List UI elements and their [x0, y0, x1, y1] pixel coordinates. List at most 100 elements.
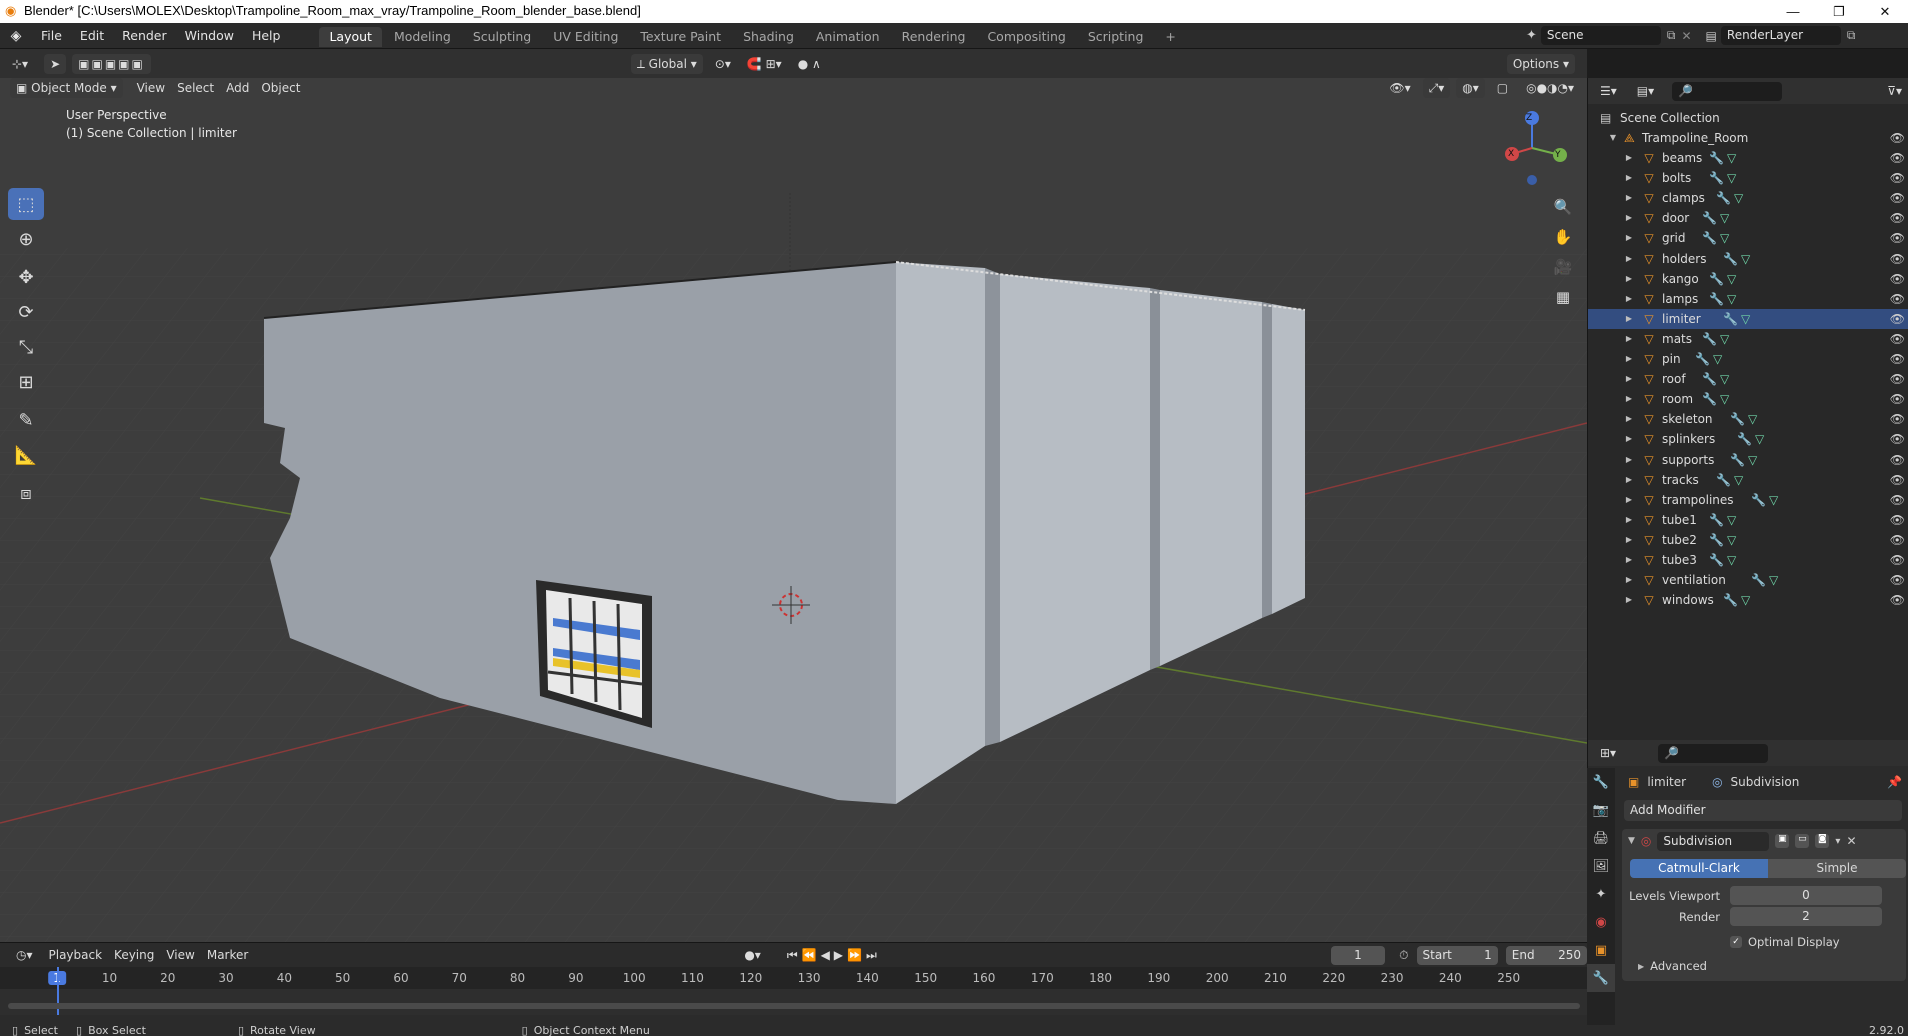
- viewport-menu-add[interactable]: Add: [220, 78, 255, 98]
- modifier-tab-icon[interactable]: 🔧: [1587, 964, 1615, 992]
- menu-window[interactable]: Window: [176, 23, 243, 49]
- outliner-item-tube1[interactable]: ▶ ▽ tube1 🔧 ▽ 👁: [1588, 510, 1908, 530]
- mesh-data-icon[interactable]: ▽: [1734, 188, 1743, 208]
- zoom-icon[interactable]: 🔍: [1550, 194, 1576, 220]
- viewport-menu-object[interactable]: Object: [255, 78, 306, 98]
- tab-layout[interactable]: Layout: [319, 27, 382, 47]
- optimal-display-checkbox[interactable]: ✓: [1730, 935, 1742, 948]
- object-tab-icon[interactable]: ▣: [1587, 936, 1615, 964]
- mesh-data-icon[interactable]: ▽: [1748, 409, 1757, 429]
- outliner-item-tube2[interactable]: ▶ ▽ tube2 🔧 ▽ 👁: [1588, 530, 1908, 550]
- world-tab-icon[interactable]: ◉: [1587, 908, 1615, 936]
- mesh-data-icon[interactable]: ▽: [1727, 510, 1736, 530]
- expand-item-icon[interactable]: ▶: [1624, 148, 1634, 168]
- expand-collection-icon[interactable]: ▼: [1608, 128, 1618, 148]
- visibility-eye-icon[interactable]: 👁: [1890, 349, 1905, 369]
- modifier-wrench-icon[interactable]: 🔧: [1695, 349, 1710, 369]
- outliner-item-ventilation[interactable]: ▶ ▽ ventilation 🔧 ▽ 👁: [1588, 570, 1908, 590]
- visibility-eye-icon[interactable]: 👁: [1890, 128, 1905, 148]
- visibility-eye-icon[interactable]: 👁: [1890, 208, 1905, 228]
- filter-icon[interactable]: ⊽▾: [1881, 81, 1908, 101]
- expand-item-icon[interactable]: ▶: [1624, 530, 1634, 550]
- expand-item-icon[interactable]: ▶: [1624, 510, 1634, 530]
- annotate-tool-icon[interactable]: ✎: [8, 404, 44, 436]
- modifier-wrench-icon[interactable]: 🔧: [1716, 470, 1731, 490]
- visibility-eye-icon[interactable]: 👁: [1890, 530, 1905, 550]
- visibility-eye-icon[interactable]: 👁: [1890, 409, 1905, 429]
- timeline-menu-view[interactable]: View: [160, 945, 200, 965]
- current-frame-field[interactable]: 1: [1330, 945, 1386, 965]
- scale-tool-icon[interactable]: ⤡: [8, 331, 44, 363]
- output-tab-icon[interactable]: 🖨: [1587, 824, 1615, 852]
- properties-search-input[interactable]: 🔎: [1658, 743, 1769, 763]
- modifier-wrench-icon[interactable]: 🔧: [1737, 429, 1752, 449]
- outliner-item-door[interactable]: ▶ ▽ door 🔧 ▽ 👁: [1588, 208, 1908, 228]
- modifier-wrench-icon[interactable]: 🔧: [1709, 269, 1724, 289]
- menu-file[interactable]: File: [32, 23, 71, 49]
- modifier-wrench-icon[interactable]: 🔧: [1709, 289, 1724, 309]
- expand-item-icon[interactable]: ▶: [1624, 429, 1634, 449]
- visibility-eye-icon[interactable]: 👁: [1890, 168, 1905, 188]
- levels-viewport-field[interactable]: 0: [1730, 886, 1882, 905]
- mesh-data-icon[interactable]: ▽: [1727, 289, 1736, 309]
- cursor-tool-icon[interactable]: ⊕: [8, 223, 44, 255]
- expand-item-icon[interactable]: ▶: [1624, 369, 1634, 389]
- modifier-wrench-icon[interactable]: 🔧: [1723, 590, 1738, 610]
- visibility-eye-icon[interactable]: 👁: [1890, 389, 1905, 409]
- expand-item-icon[interactable]: ▶: [1624, 409, 1634, 429]
- mesh-data-icon[interactable]: ▽: [1727, 530, 1736, 550]
- close-button[interactable]: ✕: [1862, 0, 1908, 23]
- outliner-item-grid[interactable]: ▶ ▽ grid 🔧 ▽ 👁: [1588, 228, 1908, 248]
- mesh-data-icon[interactable]: ▽: [1734, 470, 1743, 490]
- visibility-eye-icon[interactable]: 👁: [1890, 228, 1905, 248]
- ortho-grid-icon[interactable]: ▦: [1550, 284, 1576, 310]
- modifier-dropdown-icon[interactable]: ▾: [1835, 836, 1840, 847]
- modifier-wrench-icon[interactable]: 🔧: [1751, 490, 1766, 510]
- outliner-item-room[interactable]: ▶ ▽ room 🔧 ▽ 👁: [1588, 389, 1908, 409]
- tab-uv-editing[interactable]: UV Editing: [543, 27, 628, 47]
- expand-item-icon[interactable]: ▶: [1624, 168, 1634, 188]
- modifier-wrench-icon[interactable]: 🔧: [1702, 228, 1717, 248]
- shading-modes-icon[interactable]: ◎●◑◔▾: [1520, 78, 1580, 98]
- preview-range-icon[interactable]: ⏱: [1399, 948, 1408, 963]
- visibility-eye-icon[interactable]: 👁: [1890, 289, 1905, 309]
- outliner-item-holders[interactable]: ▶ ▽ holders 🔧 ▽ 👁: [1588, 249, 1908, 269]
- visibility-eye-icon[interactable]: 👁: [1890, 510, 1905, 530]
- outliner-item-mats[interactable]: ▶ ▽ mats 🔧 ▽ 👁: [1588, 329, 1908, 349]
- outliner-item-tube3[interactable]: ▶ ▽ tube3 🔧 ▽ 👁: [1588, 550, 1908, 570]
- outliner-item-trampolines[interactable]: ▶ ▽ trampolines 🔧 ▽ 👁: [1588, 490, 1908, 510]
- expand-item-icon[interactable]: ▶: [1624, 470, 1634, 490]
- tab-modeling[interactable]: Modeling: [384, 27, 461, 47]
- modifier-wrench-icon[interactable]: 🔧: [1702, 369, 1717, 389]
- mesh-data-icon[interactable]: ▽: [1741, 309, 1750, 329]
- scene-tab-icon[interactable]: ✦: [1587, 880, 1615, 908]
- visibility-eye-icon[interactable]: 👁: [1890, 570, 1905, 590]
- modifier-wrench-icon[interactable]: 🔧: [1709, 510, 1724, 530]
- expand-item-icon[interactable]: ▶: [1624, 309, 1634, 329]
- tab-rendering[interactable]: Rendering: [892, 27, 976, 47]
- add-cube-tool-icon[interactable]: ⧈: [8, 477, 44, 509]
- modifier-wrench-icon[interactable]: 🔧: [1723, 249, 1738, 269]
- outliner-item-windows[interactable]: ▶ ▽ windows 🔧 ▽ 👁: [1588, 590, 1908, 610]
- visibility-eye-icon[interactable]: 👁: [1890, 148, 1905, 168]
- visibility-eye-icon[interactable]: 👁: [1890, 590, 1905, 610]
- expand-item-icon[interactable]: ▶: [1624, 208, 1634, 228]
- tab-animation[interactable]: Animation: [806, 27, 890, 47]
- outliner-item-clamps[interactable]: ▶ ▽ clamps 🔧 ▽ 👁: [1588, 188, 1908, 208]
- expand-item-icon[interactable]: ▶: [1624, 269, 1634, 289]
- add-workspace-button[interactable]: +: [1155, 27, 1185, 47]
- outliner-item-roof[interactable]: ▶ ▽ roof 🔧 ▽ 👁: [1588, 369, 1908, 389]
- timeline-menu-marker[interactable]: Marker: [201, 945, 254, 965]
- visibility-eye-icon[interactable]: 👁: [1890, 470, 1905, 490]
- 3d-viewport[interactable]: User Perspective (1) Scene Collection | …: [0, 78, 1587, 942]
- expand-item-icon[interactable]: ▶: [1624, 249, 1634, 269]
- outliner-item-limiter[interactable]: ▶ ▽ limiter 🔧 ▽ 👁: [1588, 308, 1908, 329]
- tab-shading[interactable]: Shading: [733, 27, 804, 47]
- playback-controls[interactable]: ⏮⏪◀▶⏩⏭: [781, 945, 887, 965]
- expand-item-icon[interactable]: ▶: [1624, 188, 1634, 208]
- render-layer-selector[interactable]: RenderLayer: [1720, 26, 1841, 45]
- tool-tab-icon[interactable]: 🔧: [1587, 768, 1615, 796]
- outliner-collection-row[interactable]: ▼ ⟁ Trampoline_Room 👁: [1588, 128, 1908, 148]
- modifier-wrench-icon[interactable]: 🔧: [1730, 409, 1745, 429]
- overlay-toggle-icon[interactable]: ◍▾: [1456, 78, 1485, 98]
